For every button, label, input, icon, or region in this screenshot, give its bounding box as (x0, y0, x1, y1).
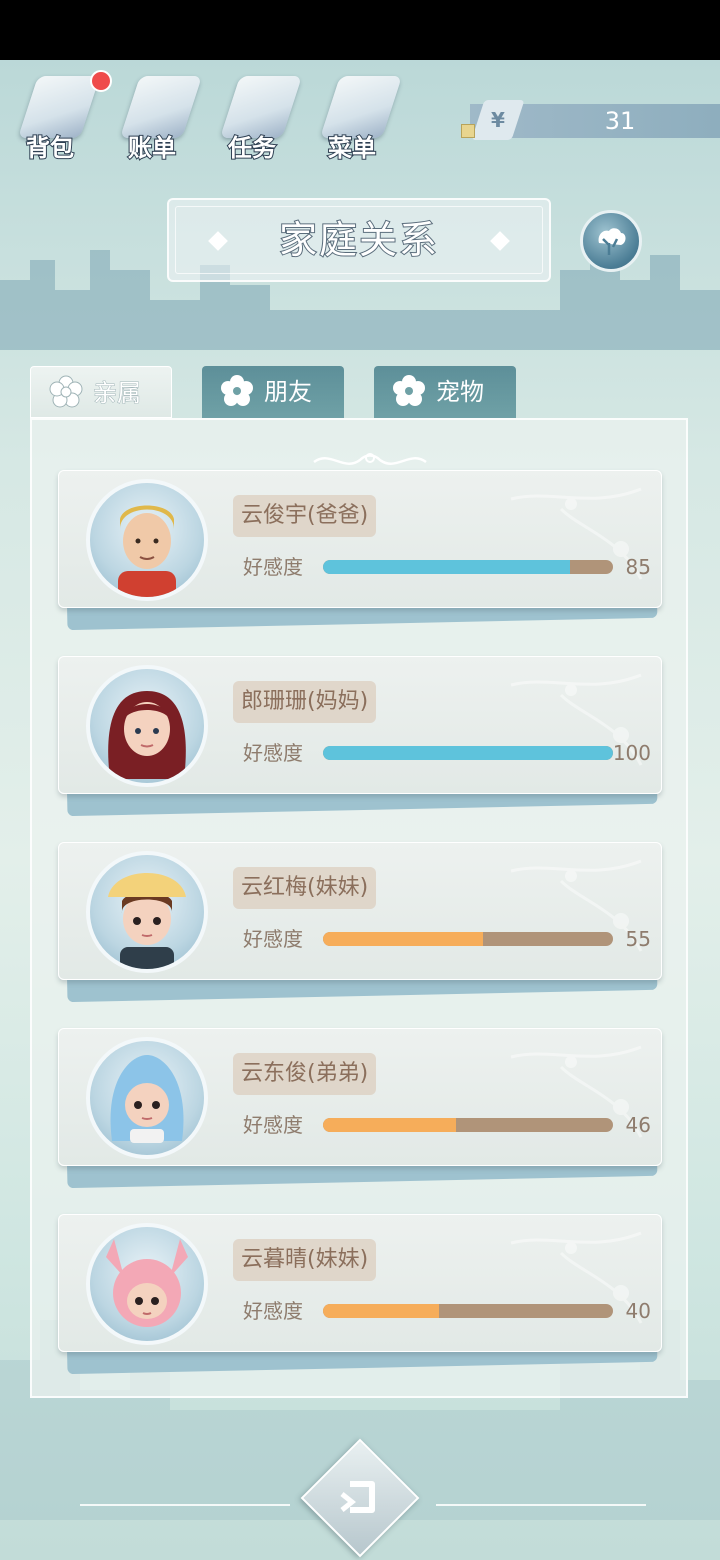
relative-card[interactable]: 云红梅(妹妹) 好感度 55 (58, 842, 664, 1003)
tab-relatives[interactable]: 亲属 (30, 366, 172, 418)
page-title-box: 家庭关系 (167, 198, 551, 282)
favor-bar (323, 746, 613, 760)
tab-pets[interactable]: 宠物 (374, 366, 516, 418)
favor-value: 46 (625, 1113, 651, 1137)
favor-value: 40 (625, 1299, 651, 1323)
relative-name: 云东俊(弟弟) (233, 1053, 377, 1095)
relative-name: 云俊宇(爸爸) (233, 495, 377, 537)
favor-label: 好感度 (243, 927, 303, 951)
task-button[interactable]: 任务 (212, 70, 303, 163)
favor-bar-fill (323, 1118, 457, 1132)
relative-name: 云红梅(妹妹) (233, 867, 377, 909)
money-value: 31 (604, 107, 636, 135)
mom-avatar (86, 665, 208, 787)
relative-card[interactable]: 云暮晴(妹妹) 好感度 40 (58, 1214, 664, 1375)
currency-icon: ¥ (471, 100, 525, 140)
leaf-ornament-icon (510, 859, 643, 952)
divider-line (436, 1504, 646, 1506)
sister2-avatar (86, 1223, 208, 1345)
tab-pets-label: 宠物 (436, 378, 484, 406)
flower-icon (49, 375, 83, 408)
notification-badge (90, 70, 112, 92)
favor-bar (323, 560, 613, 574)
relative-card[interactable]: 云俊宇(爸爸) 好感度 85 (58, 470, 664, 631)
relative-name: 郎珊珊(妈妈) (233, 681, 377, 723)
bill-button[interactable]: 账单 (112, 70, 203, 163)
menu-button[interactable]: 菜单 (312, 70, 403, 163)
tab-relatives-label: 亲属 (93, 379, 142, 408)
status-bar (0, 0, 720, 60)
leaf-ornament-icon (510, 487, 643, 580)
backpack-label: 背包 (25, 133, 75, 163)
leaf-ornament-icon (510, 673, 643, 766)
favor-label: 好感度 (243, 1113, 303, 1137)
flower-icon (221, 375, 253, 406)
dad-avatar (86, 479, 208, 601)
favor-bar-fill (323, 560, 570, 574)
relative-card[interactable]: 郎珊珊(妈妈) 好感度 100 (58, 656, 664, 817)
favor-bar (323, 932, 613, 946)
tab-friends[interactable]: 朋友 (202, 366, 344, 418)
bill-label: 账单 (127, 133, 177, 163)
favor-label: 好感度 (243, 555, 303, 579)
leaf-ornament-icon (510, 1231, 643, 1324)
relative-card[interactable]: 云东俊(弟弟) 好感度 46 (58, 1028, 664, 1189)
favor-label: 好感度 (243, 741, 303, 765)
favor-bar (323, 1118, 613, 1132)
favor-value: 85 (625, 555, 651, 579)
brother-avatar (86, 1037, 208, 1159)
leaf-ornament-icon (510, 1045, 643, 1138)
task-label: 任务 (227, 133, 277, 163)
tab-friends-label: 朋友 (264, 378, 312, 406)
divider-line (80, 1504, 290, 1506)
favor-value: 55 (625, 927, 651, 951)
backpack-button[interactable]: 背包 (10, 70, 101, 163)
relationship-map-button[interactable] (580, 210, 642, 272)
flower-icon (393, 375, 425, 406)
relationship-tree-icon (598, 228, 626, 255)
favor-bar (323, 1304, 613, 1318)
favor-bar-fill (323, 932, 483, 946)
favor-label: 好感度 (243, 1299, 303, 1323)
favor-bar-fill (323, 746, 613, 760)
menu-label: 菜单 (327, 133, 377, 163)
return-arrow-icon (340, 1481, 375, 1513)
sister-avatar (86, 851, 208, 973)
coin-icon (461, 124, 475, 138)
favor-value: 100 (612, 741, 651, 765)
relative-name: 云暮晴(妹妹) (233, 1239, 377, 1281)
favor-bar-fill (323, 1304, 439, 1318)
